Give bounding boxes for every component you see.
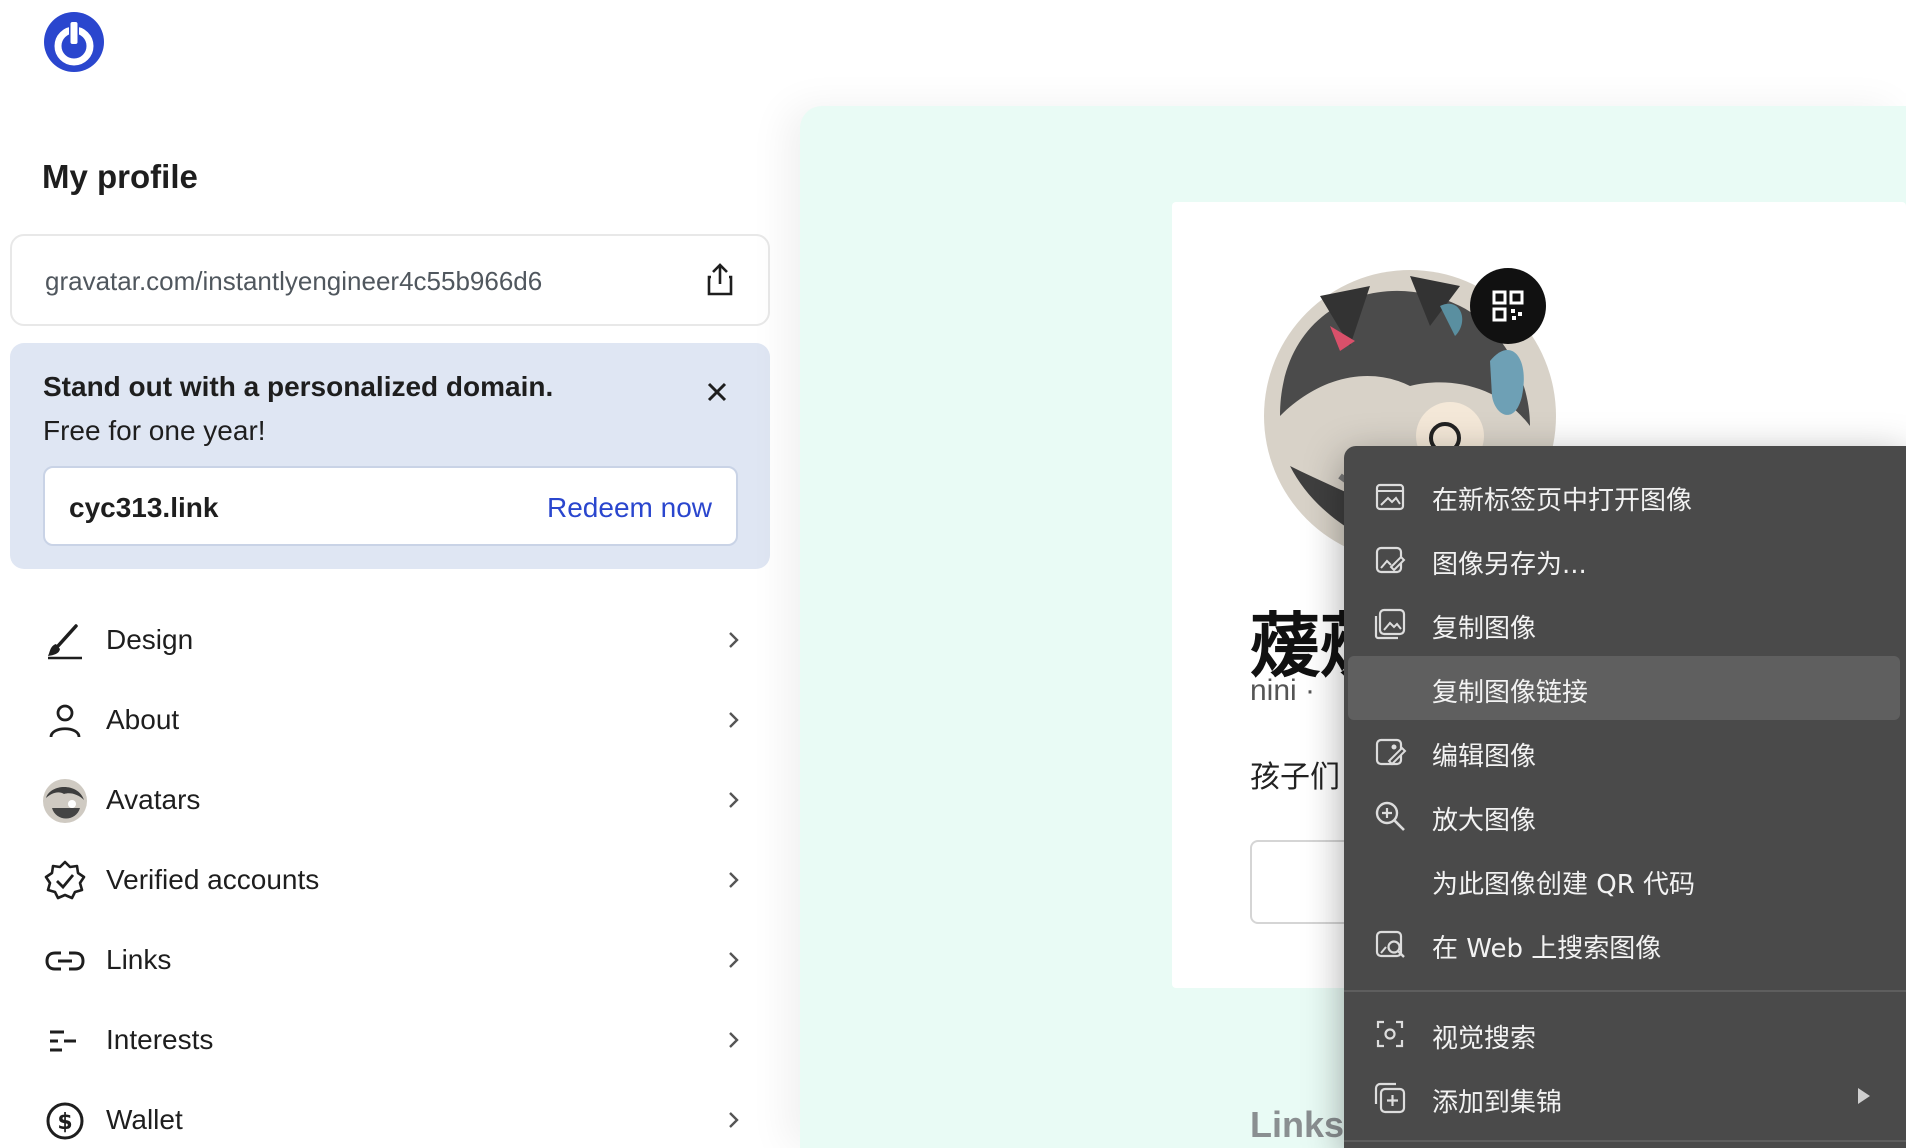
domain-suggestion-box: cyc313.link Redeem now (43, 466, 738, 546)
chevron-right-icon (729, 872, 739, 888)
menu-separator (1344, 1140, 1906, 1142)
interests-icon (50, 1030, 76, 1052)
chevron-right-icon (729, 952, 739, 968)
menu-item-avatars[interactable]: Avatars (0, 760, 760, 840)
menu-separator (1344, 990, 1906, 992)
ctx-item-label: 放大图像 (1432, 806, 1537, 836)
link-icon (45, 951, 85, 971)
menu-item-about[interactable]: About (0, 680, 760, 760)
menu-item-verified-accounts[interactable]: Verified accounts (0, 840, 760, 920)
chevron-right-icon (729, 712, 739, 728)
avatar-thumbnail (43, 779, 87, 823)
promo-title: Stand out with a personalized domain. (43, 371, 554, 402)
links-section-heading: Links (1250, 1104, 1345, 1145)
menu-item-design[interactable]: Design (0, 600, 760, 680)
profile-url-field[interactable]: gravatar.com/instantlyengineer4c55b966d6 (10, 234, 770, 326)
submenu-arrow-icon (1858, 1088, 1870, 1104)
ctx-create-qr-code[interactable]: 为此图像创建 QR 代码 (1344, 848, 1900, 912)
profile-bio: 孩子们 (1250, 760, 1340, 795)
add-to-collection-icon (1374, 1082, 1406, 1114)
menu-item-label: Design (106, 624, 194, 655)
copy-image-icon (1374, 608, 1406, 640)
ctx-item-label: 为此图像创建 QR 代码 (1432, 870, 1696, 900)
ctx-zoom-image[interactable]: 放大图像 (1344, 784, 1900, 848)
close-icon[interactable] (702, 377, 732, 407)
menu-item-links[interactable]: Links (0, 920, 760, 1000)
verified-badge-icon (44, 860, 86, 900)
ctx-open-image-new-tab[interactable]: 在新标签页中打开图像 (1344, 464, 1900, 528)
ctx-edit-image[interactable]: 编辑图像 (1344, 720, 1900, 784)
menu-item-interests[interactable]: Interests (0, 1000, 760, 1080)
menu-item-wallet[interactable]: $ Wallet (0, 1080, 760, 1148)
chevron-right-icon (729, 632, 739, 648)
edit-image-icon (1375, 738, 1407, 766)
save-image-icon (1375, 546, 1406, 574)
brush-icon (48, 624, 82, 660)
ctx-copy-image-link[interactable]: 复制图像链接 (1348, 656, 1900, 720)
gravatar-logo-icon[interactable] (42, 10, 106, 74)
share-icon[interactable] (700, 260, 740, 300)
open-image-new-tab-icon (1375, 483, 1405, 511)
menu-item-label: About (106, 704, 180, 735)
qr-code-button[interactable] (1470, 268, 1546, 344)
promo-subtitle: Free for one year! (43, 415, 266, 446)
ctx-visual-search[interactable]: 视觉搜索 (1344, 1002, 1900, 1066)
menu-item-label: Avatars (106, 784, 201, 815)
redeem-now-link[interactable]: Redeem now (547, 492, 712, 524)
ctx-item-label: 在新标签页中打开图像 (1432, 486, 1693, 516)
menu-item-label: Interests (106, 1024, 214, 1055)
person-icon (49, 704, 81, 738)
ctx-item-label: 视觉搜索 (1432, 1024, 1537, 1054)
chevron-right-icon (729, 1112, 739, 1128)
ctx-item-label: 添加到集锦 (1432, 1088, 1563, 1118)
ctx-item-label: 图像另存为... (1432, 550, 1587, 580)
ctx-item-label: 编辑图像 (1432, 742, 1537, 772)
ctx-save-image-as[interactable]: 图像另存为... (1344, 528, 1900, 592)
zoom-in-icon (1375, 801, 1405, 831)
visual-search-icon (1376, 1020, 1404, 1048)
chevron-right-icon (729, 1032, 739, 1048)
menu-item-label: Wallet (106, 1104, 183, 1135)
ctx-item-label: 复制图像链接 (1432, 678, 1589, 708)
chevron-right-icon (729, 792, 739, 808)
domain-promo-banner: Stand out with a personalized domain. Fr… (10, 343, 770, 569)
svg-text:$: $ (57, 1110, 72, 1135)
menu-item-label: Verified accounts (106, 864, 320, 895)
search-image-web-icon (1375, 930, 1405, 958)
ctx-copy-image[interactable]: 复制图像 (1344, 592, 1900, 656)
profile-url-text: gravatar.com/instantlyengineer4c55b966d6 (45, 266, 543, 296)
menu-item-label: Links (106, 944, 172, 975)
page-title: My profile (42, 158, 198, 195)
dollar-icon: $ (46, 1102, 84, 1140)
profile-meta-line: nini · (1250, 674, 1316, 707)
suggested-domain: cyc313.link (69, 492, 219, 523)
qr-code-icon (1492, 290, 1524, 322)
ctx-item-label: 复制图像 (1432, 614, 1537, 644)
image-context-menu: 在新标签页中打开图像 图像另存为... 复制图像 复制图像链接 编辑图像 放大图… (1344, 446, 1906, 1148)
ctx-add-to-collection[interactable]: 添加到集锦 (1344, 1066, 1900, 1130)
ctx-search-image-web[interactable]: 在 Web 上搜索图像 (1344, 912, 1900, 976)
ctx-item-label: 在 Web 上搜索图像 (1432, 934, 1662, 964)
